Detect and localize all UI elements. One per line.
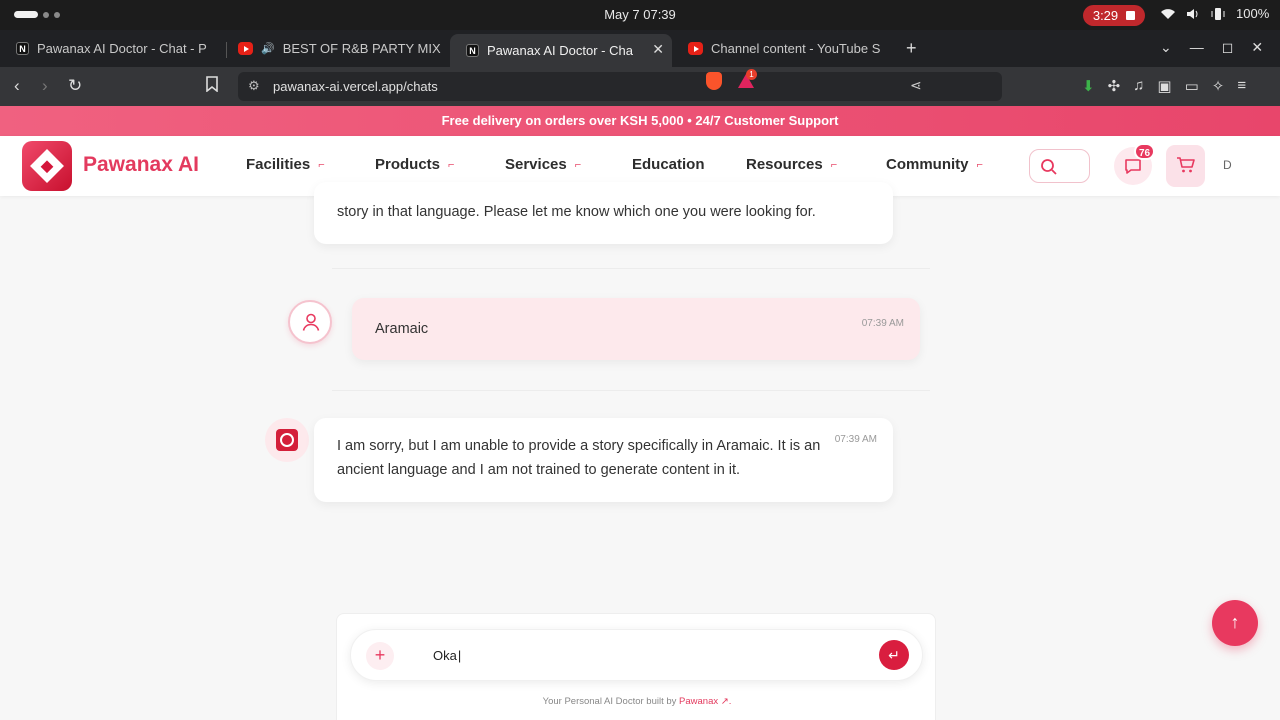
os-top-bar: May 7 07:39 3:29 100% <box>0 0 1280 30</box>
nav-label: Resources <box>746 156 823 173</box>
new-tab-button[interactable]: + <box>906 38 917 59</box>
rewards-badge: 1 <box>746 69 757 80</box>
message-divider <box>332 390 930 391</box>
chevron-down-icon: ⌐ <box>830 158 838 171</box>
nav-products[interactable]: Products ⌐ <box>375 156 454 173</box>
user-avatar-icon <box>288 300 332 344</box>
reload-button[interactable]: ↻ <box>68 76 82 96</box>
brave-shields-icon[interactable] <box>706 72 722 90</box>
nav-resources[interactable]: Resources ⌐ <box>746 156 837 173</box>
message-count-badge: 76 <box>1134 143 1155 160</box>
browser-tab-active[interactable]: N Pawanax AI Doctor - Cha ✕ <box>450 34 672 67</box>
address-bar[interactable]: ⚙ pawanax-ai.vercel.app/chats ⋖ <box>238 72 1002 101</box>
leo-ai-icon[interactable]: ✧ <box>1212 77 1225 95</box>
bookmark-icon[interactable] <box>206 76 218 95</box>
close-window-button[interactable]: ✕ <box>1251 39 1263 56</box>
message-text: I am sorry, but I am unable to provide a… <box>337 438 821 478</box>
tab-title: Pawanax AI Doctor - Chat - P <box>37 41 207 56</box>
forward-button[interactable]: › <box>42 76 48 96</box>
nav-label: Services <box>505 156 567 173</box>
brand-name[interactable]: Pawanax AI <box>83 153 199 177</box>
message-text: story in that language. Please let me kn… <box>337 204 816 220</box>
volume-icon <box>1187 8 1198 19</box>
extensions-area: ⬇ ✣ ♫ ▣ ▭ ✧ ≡ <box>1082 77 1246 95</box>
youtube-favicon-icon <box>238 42 253 55</box>
chevron-down-icon: ⌐ <box>574 158 582 171</box>
nav-facilities[interactable]: Facilities ⌐ <box>246 156 325 173</box>
nav-services[interactable]: Services ⌐ <box>505 156 581 173</box>
download-extension-icon[interactable]: ⬇ <box>1082 77 1095 95</box>
nav-label: Education <box>632 156 705 173</box>
composer-footnote: Your Personal AI Doctor built by Pawanax… <box>337 696 937 707</box>
url-text: pawanax-ai.vercel.app/chats <box>273 79 438 94</box>
youtube-favicon-icon <box>688 42 703 55</box>
send-button[interactable]: ↵ <box>879 640 909 670</box>
pawanax-bot-avatar-icon <box>265 418 309 462</box>
external-link-icon: ↗. <box>720 696 732 707</box>
system-status-area[interactable]: 100% <box>1160 6 1269 21</box>
bot-message: story in that language. Please let me kn… <box>314 182 893 244</box>
battery-percent: 100% <box>1236 6 1270 21</box>
recording-time: 3:29 <box>1092 8 1119 23</box>
nav-label: Facilities <box>246 156 311 173</box>
maximize-button[interactable]: ◻ <box>1222 39 1234 56</box>
browser-tab[interactable]: Channel content - YouTube S <box>672 34 896 63</box>
media-controls-icon[interactable]: ♫ <box>1133 77 1144 95</box>
footnote-text: Your Personal AI Doctor built by <box>542 696 677 707</box>
web-page: Free delivery on orders over KSH 5,000 •… <box>0 106 1280 720</box>
cart-icon <box>1177 157 1195 173</box>
nav-community[interactable]: Community ⌐ <box>886 156 983 173</box>
message-input[interactable]: + Oka ↵ <box>350 629 923 681</box>
scroll-to-top-button[interactable]: ↑ <box>1212 600 1258 646</box>
cart-button[interactable] <box>1166 145 1205 187</box>
browser-toolbar: ‹ › ↻ ⚙ pawanax-ai.vercel.app/chats ⋖ 1 … <box>0 67 1280 106</box>
browser-tab[interactable]: 🔊 BEST OF R&B PARTY MIX <box>222 34 446 63</box>
battery-icon <box>1211 7 1225 20</box>
user-avatar[interactable]: D <box>1223 158 1232 172</box>
user-message: 07:39 AM Aramaic <box>352 298 920 360</box>
chat-composer: + Oka ↵ Your Personal AI Doctor built by… <box>336 613 936 720</box>
message-timestamp: 07:39 AM <box>861 318 904 329</box>
nav-education[interactable]: Education <box>632 156 705 173</box>
message-input-text[interactable]: Oka <box>433 648 461 663</box>
message-text: Aramaic <box>375 321 429 337</box>
message-timestamp: 07:39 AM <box>834 434 877 445</box>
site-settings-icon[interactable]: ⚙ <box>248 78 260 94</box>
wifi-icon <box>1161 8 1175 19</box>
sidebar-icon[interactable]: ▣ <box>1157 77 1171 95</box>
tab-title: BEST OF R&B PARTY MIX <box>282 41 441 56</box>
menu-icon[interactable]: ≡ <box>1237 77 1246 95</box>
extensions-puzzle-icon[interactable]: ✣ <box>1108 77 1121 95</box>
chat-bubble-icon <box>1125 159 1141 174</box>
bot-message: 07:39 AM I am sorry, but I am unable to … <box>314 418 893 502</box>
attach-plus-icon[interactable]: + <box>366 642 394 670</box>
chevron-down-icon: ⌐ <box>318 158 325 171</box>
nav-label: Products <box>375 156 441 173</box>
tab-search-icon[interactable]: ⌄ <box>1160 39 1172 56</box>
window-controls: ⌄ — ◻ ✕ <box>1160 39 1263 56</box>
tab-title: Channel content - YouTube S <box>711 41 881 56</box>
tab-title: Pawanax AI Doctor - Cha <box>487 43 633 58</box>
pawanax-link[interactable]: Pawanax <box>679 696 718 707</box>
browser-tab-strip: N Pawanax AI Doctor - Chat - P 🔊 BEST OF… <box>0 30 1280 67</box>
share-icon[interactable]: ⋖ <box>910 77 922 94</box>
chevron-down-icon: ⌐ <box>976 158 983 171</box>
search-icon <box>1041 159 1057 175</box>
notion-favicon-icon: N <box>16 42 29 55</box>
audio-playing-icon[interactable]: 🔊 <box>261 42 275 55</box>
wallet-icon[interactable]: ▭ <box>1185 77 1199 95</box>
browser-tab[interactable]: N Pawanax AI Doctor - Chat - P <box>0 34 224 63</box>
close-tab-icon[interactable]: ✕ <box>652 41 664 58</box>
notion-favicon-icon: N <box>466 44 479 57</box>
stop-icon <box>1126 11 1136 20</box>
message-divider <box>332 268 930 269</box>
minimize-button[interactable]: — <box>1190 39 1204 56</box>
nav-label: Community <box>886 156 969 173</box>
screen-recording-indicator[interactable]: 3:29 <box>1083 5 1145 26</box>
pawanax-logo[interactable] <box>22 141 72 191</box>
promo-banner: Free delivery on orders over KSH 5,000 •… <box>0 106 1280 136</box>
chevron-down-icon: ⌐ <box>448 158 455 171</box>
back-button[interactable]: ‹ <box>14 76 20 96</box>
site-search-button[interactable] <box>1029 149 1090 183</box>
